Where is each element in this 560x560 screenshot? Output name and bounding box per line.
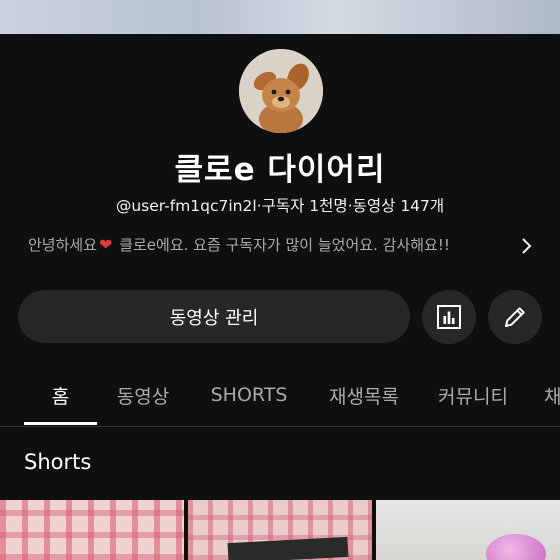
- tab-community[interactable]: 커뮤니티: [426, 366, 520, 424]
- description-text-end: 클로e에요. 요즘 구독자가 많이 늘었어요. 감사해요!!: [119, 236, 450, 254]
- tab-playlists[interactable]: 재생목록: [318, 366, 410, 424]
- shorts-thumbnail[interactable]: [376, 500, 560, 560]
- analytics-icon: [437, 305, 461, 329]
- edit-channel-button[interactable]: [488, 290, 542, 344]
- channel-avatar[interactable]: [239, 49, 323, 133]
- tab-shorts[interactable]: SHORTS: [196, 366, 302, 424]
- shorts-section-title: Shorts: [24, 450, 92, 474]
- heart-icon: ❤: [99, 235, 113, 254]
- tab-channels-partial[interactable]: 채: [544, 366, 560, 424]
- shorts-thumbnail[interactable]: [188, 500, 372, 560]
- channel-description[interactable]: 안녕하세요 ❤ 클로e에요. 요즘 구독자가 많이 늘었어요. 감사해요!!: [28, 234, 508, 255]
- tab-videos[interactable]: 동영상: [106, 366, 180, 424]
- chevron-right-icon[interactable]: [514, 234, 538, 258]
- active-tab-indicator: [24, 422, 97, 425]
- plush-dog-avatar-image: [239, 49, 323, 133]
- channel-name: 클로e 다이어리: [174, 152, 386, 188]
- thumbnail-object: [486, 534, 546, 560]
- manage-videos-label: 동영상 관리: [169, 307, 259, 329]
- channel-page: 클로e 다이어리 @user-fm1qc7in2l·구독자 1천명·동영상 14…: [0, 0, 560, 560]
- tabs-divider: [0, 426, 560, 427]
- analytics-button[interactable]: [422, 290, 476, 344]
- channel-tabs: 홈 동영상 SHORTS 재생목록 커뮤니티 채: [0, 366, 560, 426]
- pencil-icon: [505, 307, 525, 327]
- thumbnail-object: [227, 536, 349, 560]
- channel-banner: [0, 0, 560, 34]
- description-text-start: 안녕하세요: [28, 236, 98, 254]
- shorts-thumbnail[interactable]: [0, 500, 184, 560]
- manage-videos-button[interactable]: 동영상 관리: [18, 290, 410, 343]
- tab-home[interactable]: 홈: [24, 366, 97, 424]
- channel-handle-stats: @user-fm1qc7in2l·구독자 1천명·동영상 147개: [115, 197, 445, 215]
